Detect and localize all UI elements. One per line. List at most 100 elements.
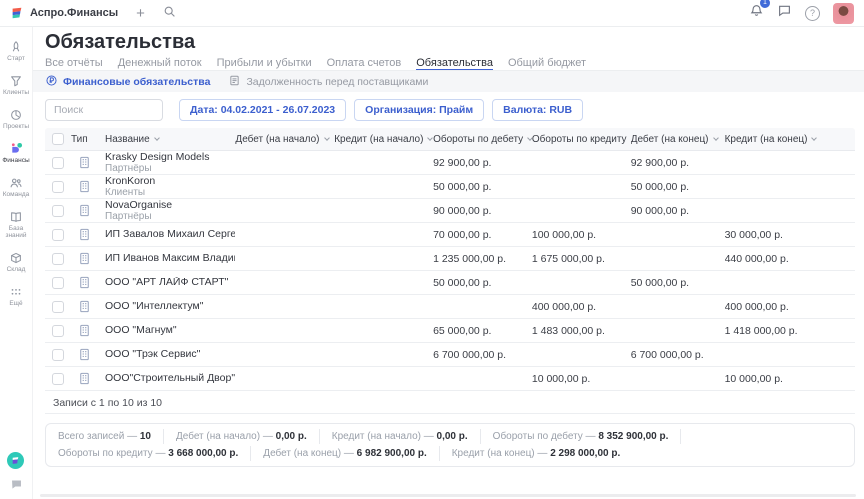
company-type-icon: [77, 275, 92, 290]
horizontal-scrollbar[interactable]: [40, 494, 856, 497]
table-row[interactable]: ИП Иванов Максим Владимирович 1 235 000,…: [45, 247, 855, 271]
summary-value: 10: [140, 431, 151, 442]
company-name-cell: NovaOrganise Партнёры: [105, 200, 235, 222]
chat-widget-button[interactable]: [10, 478, 23, 496]
summary-item: Дебет (на конец) — 6 982 900,00 р.: [263, 446, 439, 461]
company-category: Партнёры: [105, 163, 235, 174]
sidebar-item-warehouse[interactable]: Склад: [0, 250, 33, 273]
summary-label: Обороты по кредиту: [58, 448, 153, 459]
topbar: Аспро.Финансы + 1 ?: [0, 0, 864, 27]
tab-all-reports[interactable]: Все отчёты: [45, 57, 103, 71]
notifications-button[interactable]: 1: [749, 3, 764, 23]
row-checkbox[interactable]: [52, 277, 64, 289]
document-icon: [228, 74, 241, 90]
summary-label: Кредит (на начало): [332, 431, 421, 442]
row-checkbox[interactable]: [52, 349, 64, 361]
row-checkbox[interactable]: [52, 157, 64, 169]
company-name-cell: ООО "Интеллектум": [105, 301, 235, 312]
table-row[interactable]: ООО "Магнум" 65 000,00 р. 1 483 000,00 р…: [45, 319, 855, 343]
search-input[interactable]: [45, 99, 163, 121]
row-checkbox[interactable]: [52, 253, 64, 265]
sidebar-item-start[interactable]: Старт: [0, 39, 33, 62]
row-checkbox[interactable]: [52, 205, 64, 217]
summary-label: Всего записей: [58, 431, 124, 442]
table-row[interactable]: NovaOrganise Партнёры 90 000,00 р. 90 00…: [45, 199, 855, 223]
debit-end-value: 50 000,00 р.: [631, 277, 725, 289]
debit-turnover-value: 50 000,00 р.: [433, 181, 532, 193]
column-header[interactable]: Кредит (на конец): [725, 134, 855, 145]
row-checkbox[interactable]: [52, 301, 64, 313]
row-checkbox[interactable]: [52, 229, 64, 241]
sidebar-item-clients[interactable]: Клиенты: [0, 73, 33, 96]
tab-bill-payment[interactable]: Оплата счетов: [327, 57, 402, 71]
app-logo[interactable]: Аспро.Финансы: [10, 6, 118, 20]
help-button[interactable]: ?: [805, 6, 820, 21]
debit-turnover-value: 92 900,00 р.: [433, 157, 532, 169]
currency-filter-chip[interactable]: Валюта: RUB: [492, 99, 583, 121]
table-row[interactable]: ООО "Интеллектум" 400 000,00 р. 400 000,…: [45, 295, 855, 319]
tab-profit-loss[interactable]: Прибыли и убытки: [217, 57, 312, 71]
messages-button[interactable]: [777, 3, 792, 23]
date-filter-chip[interactable]: Дата: 04.02.2021 - 26.07.2023: [179, 99, 346, 121]
debit-turnover-value: 90 000,00 р.: [433, 205, 532, 217]
summary-value: 6 982 900,00 р.: [357, 448, 427, 459]
user-avatar[interactable]: [833, 3, 854, 24]
column-header[interactable]: Кредит (на начало): [334, 134, 433, 145]
company-name: ИП Завалов Михаил Сергеевич: [105, 229, 235, 240]
company-name-cell: Krasky Design Models Партнёры: [105, 152, 235, 174]
support-widget-button[interactable]: [7, 452, 24, 469]
debit-end-value: 92 900,00 р.: [631, 157, 725, 169]
sidebar-item-knowledge[interactable]: База знаний: [0, 209, 33, 239]
column-header[interactable]: Тип: [71, 134, 105, 145]
table-row[interactable]: ООО "АРТ ЛАЙФ СТАРТ" 50 000,00 р. 50 000…: [45, 271, 855, 295]
table-row[interactable]: KronKoron Клиенты 50 000,00 р. 50 000,00…: [45, 175, 855, 199]
column-header[interactable]: Название: [105, 134, 235, 145]
summary-item: Обороты по дебету — 8 352 900,00 р.: [493, 429, 682, 444]
row-checkbox[interactable]: [52, 373, 64, 385]
table-row[interactable]: ООО"Строительный Двор" 10 000,00 р. 10 0…: [45, 367, 855, 391]
company-type-icon: [77, 251, 92, 266]
column-header[interactable]: Дебет (на конец): [631, 134, 725, 145]
sidebar-item-more[interactable]: Ещё: [0, 284, 33, 307]
sidebar-item-label: Ещё: [9, 300, 22, 307]
credit-turnover-value: 1 675 000,00 р.: [532, 253, 631, 265]
summary-item: Кредит (на начало) — 0,00 р.: [332, 429, 481, 444]
row-checkbox[interactable]: [52, 181, 64, 193]
table-row[interactable]: ИП Завалов Михаил Сергеевич 70 000,00 р.…: [45, 223, 855, 247]
sort-chevron-icon[interactable]: [154, 135, 160, 141]
tab-liabilities[interactable]: Обязательства: [416, 57, 493, 71]
company-type-icon: [77, 203, 92, 218]
sidebar-item-finance[interactable]: Финансы: [0, 141, 33, 164]
table-row[interactable]: ООО "Трэк Сервис" 6 700 000,00 р. 6 700 …: [45, 343, 855, 367]
add-button[interactable]: +: [136, 6, 145, 21]
debit-turnover-value: 50 000,00 р.: [433, 277, 532, 289]
summary-item: Обороты по кредиту — 3 668 000,00 р.: [58, 446, 251, 461]
column-header[interactable]: Обороты по кредиту: [532, 134, 631, 145]
report-tabs: Все отчёты Денежный поток Прибыли и убытки…: [45, 57, 586, 71]
search-icon[interactable]: [163, 5, 176, 21]
sort-chevron-icon[interactable]: [527, 135, 532, 141]
start-icon: [9, 39, 24, 54]
sort-chevron-icon[interactable]: [812, 135, 818, 141]
tab-total-budget[interactable]: Общий бюджет: [508, 57, 586, 71]
chat-bubble-icon: [10, 478, 23, 491]
debit-turnover-value: 1 235 000,00 р.: [433, 253, 532, 265]
company-type-icon: [77, 371, 92, 386]
sort-chevron-icon[interactable]: [324, 135, 330, 141]
summary-value: 2 298 000,00 р.: [550, 448, 620, 459]
sort-chevron-icon[interactable]: [713, 135, 719, 141]
company-category: Партнёры: [105, 211, 235, 222]
organization-filter-chip[interactable]: Организация: Прайм: [354, 99, 484, 121]
summary-item: Всего записей — 10: [58, 429, 164, 444]
liabilities-table: ТипНазваниеДебет (на начало)Кредит (на н…: [45, 128, 855, 391]
column-header[interactable]: Обороты по дебету: [433, 134, 532, 145]
select-all-checkbox[interactable]: [52, 133, 64, 145]
column-header[interactable]: Дебет (на начало): [235, 134, 334, 145]
tab-cash-flow[interactable]: Денежный поток: [118, 57, 202, 71]
sidebar-item-projects[interactable]: Проекты: [0, 107, 33, 130]
table-row[interactable]: Krasky Design Models Партнёры 92 900,00 …: [45, 151, 855, 175]
row-checkbox[interactable]: [52, 325, 64, 337]
subtab-financial-liabilities[interactable]: Финансовые обязательства: [45, 74, 210, 90]
sidebar-item-team[interactable]: Команда: [0, 175, 33, 198]
subtab-supplier-debt[interactable]: Задолженность перед поставщиками: [228, 74, 428, 90]
